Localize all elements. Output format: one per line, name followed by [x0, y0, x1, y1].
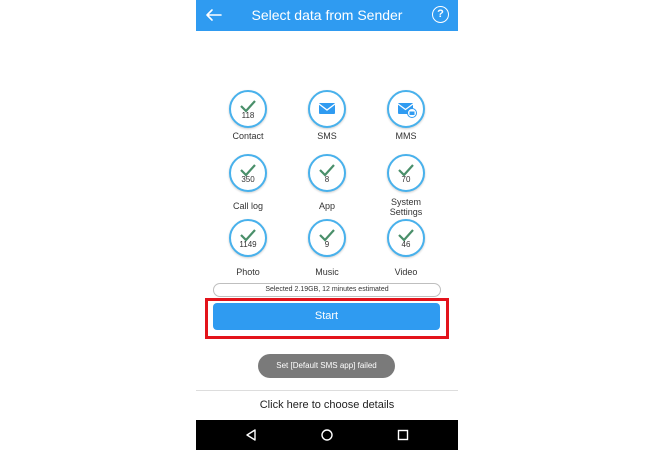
item-label: Music — [315, 267, 339, 277]
item-count: 9 — [324, 240, 330, 249]
home-circle-icon[interactable] — [320, 428, 334, 442]
recents-square-icon[interactable] — [396, 428, 410, 442]
check-icon: 1149 — [229, 219, 267, 257]
item-label-line2: Settings — [389, 207, 423, 217]
check-icon: 70 — [387, 154, 425, 192]
item-count: 350 — [241, 175, 255, 184]
item-count: 46 — [401, 240, 411, 249]
check-icon: 46 — [387, 219, 425, 257]
start-button[interactable]: Start — [213, 303, 440, 330]
item-label: Video — [394, 267, 418, 277]
item-label: Contact — [232, 131, 264, 141]
envelope-icon — [308, 90, 346, 128]
item-label: Photo — [236, 267, 260, 277]
item-count: 118 — [241, 111, 255, 120]
check-icon: 9 — [308, 219, 346, 257]
toast-message: Set [Default SMS app] failed — [258, 354, 395, 378]
system-navbar — [196, 420, 458, 450]
item-label: MMS — [395, 131, 417, 141]
choose-details-link[interactable]: Click here to choose details — [196, 399, 458, 412]
check-icon: 118 — [229, 90, 267, 128]
item-label: Call log — [232, 201, 263, 211]
back-triangle-icon[interactable] — [244, 428, 258, 442]
item-label-line1: System — [390, 197, 421, 207]
mms-icon — [387, 90, 425, 128]
item-count: 8 — [324, 175, 330, 184]
divider — [196, 390, 458, 391]
phone-screen: Select data from Sender ? 118 Contact SM… — [196, 0, 458, 450]
app-header: Select data from Sender ? — [196, 0, 458, 31]
check-icon: 350 — [229, 154, 267, 192]
item-count: 70 — [401, 175, 411, 184]
selection-summary: Selected 2.19GB, 12 minutes estimated — [213, 283, 441, 297]
help-circle-icon[interactable]: ? — [432, 6, 449, 23]
item-label: SMS — [317, 131, 337, 141]
item-count: 1149 — [239, 240, 257, 249]
check-icon: 8 — [308, 154, 346, 192]
item-label: App — [318, 201, 335, 211]
page-title: Select data from Sender — [251, 7, 403, 23]
